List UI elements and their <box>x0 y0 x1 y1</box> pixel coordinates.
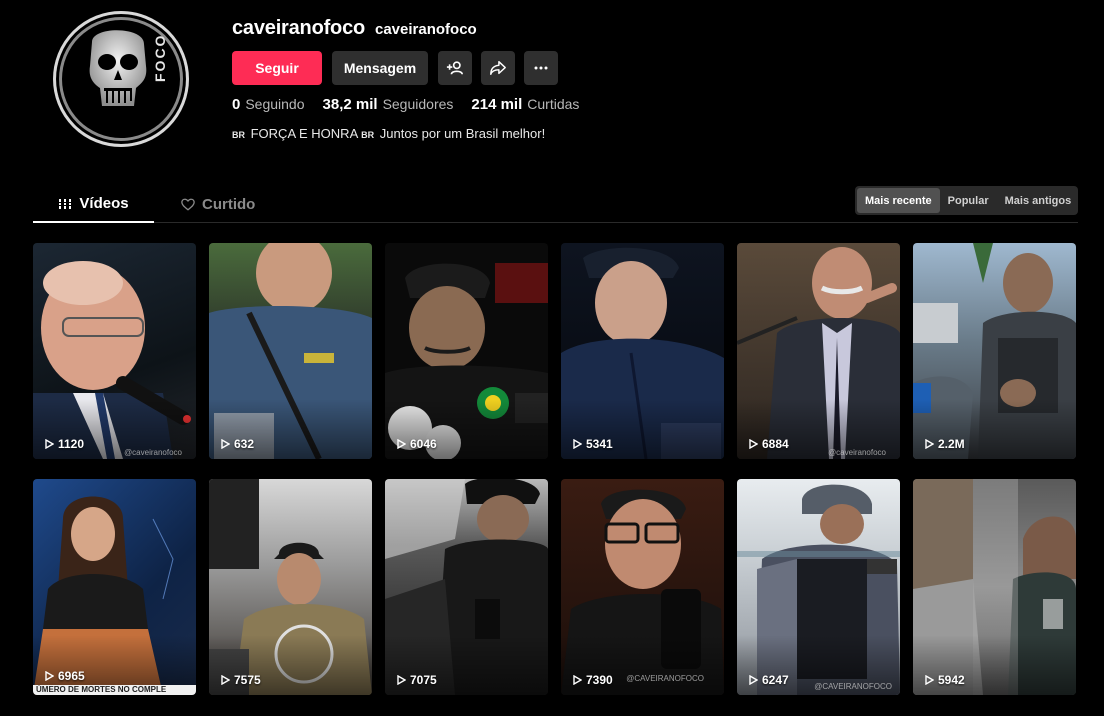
heart-lock-icon <box>181 198 195 211</box>
view-count-value: 7575 <box>234 673 261 687</box>
play-icon <box>925 439 934 449</box>
tab-videos[interactable]: Vídeos <box>33 186 154 223</box>
profile-avatar[interactable]: FOCO <box>53 11 189 147</box>
view-count: 7075 <box>396 673 437 687</box>
video-thumbnail[interactable]: 632 <box>209 243 372 459</box>
video-thumbnail[interactable]: 7390 @CAVEIRANOFOCO <box>561 479 724 695</box>
view-count: 6884 <box>748 437 789 451</box>
view-count: 6247 <box>748 673 789 687</box>
view-count: 7390 <box>572 673 613 687</box>
video-thumbnail[interactable]: 1120 @caveiranofoco <box>33 243 196 459</box>
flag-br-icon: BR <box>361 130 375 140</box>
view-count-value: 5341 <box>586 437 613 451</box>
play-icon <box>573 439 582 449</box>
likes-stat: 214 mil Curtidas <box>471 96 579 113</box>
watermark: @CAVEIRANOFOCO <box>626 674 704 683</box>
view-count: 7575 <box>220 673 261 687</box>
view-count-value: 6046 <box>410 437 437 451</box>
likes-count: 214 mil <box>471 96 523 113</box>
view-count-value: 6884 <box>762 437 789 451</box>
play-icon <box>45 671 54 681</box>
follow-button[interactable]: Seguir <box>232 51 322 85</box>
share-arrow-icon <box>490 60 506 76</box>
followers-count: 38,2 mil <box>322 96 378 113</box>
video-grid: 1120 @caveiranofoco 632 6046 5341 6884 @… <box>33 243 1076 695</box>
play-icon <box>749 675 758 685</box>
play-icon <box>397 675 406 685</box>
view-count-value: 1120 <box>58 437 85 451</box>
video-thumbnail[interactable]: 5341 <box>561 243 724 459</box>
followers-label: Seguidores <box>382 96 454 112</box>
view-count: 6965 <box>44 669 85 683</box>
view-count-value: 5942 <box>938 673 965 687</box>
sort-oldest[interactable]: Mais antigos <box>997 188 1080 213</box>
profile-stats: 0 Seguindo 38,2 mil Seguidores 214 mil C… <box>232 96 597 113</box>
video-thumbnail[interactable]: 6884 @caveiranofoco <box>737 243 900 459</box>
play-icon <box>397 439 406 449</box>
play-icon <box>221 675 230 685</box>
bio-text-2: Juntos por um Brasil melhor! <box>376 126 546 141</box>
play-icon <box>221 439 230 449</box>
view-count: 5341 <box>572 437 613 451</box>
tab-videos-label: Vídeos <box>79 195 129 212</box>
view-count-value: 7390 <box>586 673 613 687</box>
suggest-account-button[interactable] <box>438 51 472 85</box>
followers-stat[interactable]: 38,2 mil Seguidores <box>323 96 454 113</box>
tab-liked[interactable]: Curtido <box>181 186 255 222</box>
flag-br-icon: BR <box>232 130 245 140</box>
add-person-icon <box>446 61 464 75</box>
view-count-value: 632 <box>234 437 255 451</box>
sort-toggle: Mais recente Popular Mais antigos <box>855 186 1078 215</box>
view-count-value: 7075 <box>410 673 437 687</box>
play-icon <box>45 439 54 449</box>
tab-liked-label: Curtido <box>202 195 256 213</box>
video-thumbnail[interactable]: 6965 ÚMERO DE MORTES NO COMPLE <box>33 479 196 695</box>
video-thumbnail[interactable]: 6046 <box>385 243 548 459</box>
message-button[interactable]: Mensagem <box>332 51 428 85</box>
video-thumbnail[interactable]: 2.2M <box>913 243 1076 459</box>
following-label: Seguindo <box>245 96 305 112</box>
video-thumbnail[interactable]: 7075 <box>385 479 548 695</box>
following-count: 0 <box>232 96 241 113</box>
bio-text-1: FORÇA E HONRA <box>247 126 362 141</box>
video-thumbnail[interactable]: 5942 <box>913 479 1076 695</box>
share-button[interactable] <box>481 51 515 85</box>
news-caption: ÚMERO DE MORTES NO COMPLE <box>33 685 196 695</box>
avatar-brand-text: FOCO <box>152 33 168 82</box>
view-count-value: 6965 <box>58 669 85 683</box>
sort-popular[interactable]: Popular <box>940 188 997 213</box>
view-count: 1120 <box>44 437 84 451</box>
more-dots-icon <box>534 66 548 70</box>
watermark: @CAVEIRANOFOCO <box>814 682 892 691</box>
video-thumbnail[interactable]: 7575 <box>209 479 372 695</box>
view-count: 2.2M <box>924 437 965 451</box>
view-count: 6046 <box>396 437 437 451</box>
profile-handle: caveiranofoco <box>375 21 477 38</box>
sort-latest[interactable]: Mais recente <box>857 188 940 213</box>
play-icon <box>925 675 934 685</box>
likes-label: Curtidas <box>527 96 580 112</box>
following-stat[interactable]: 0 Seguindo <box>232 96 305 113</box>
videos-grid-icon <box>58 198 73 209</box>
profile-username: caveiranofoco <box>232 17 366 39</box>
watermark: @caveiranofoco <box>828 448 886 457</box>
view-count-value: 6247 <box>762 673 789 687</box>
video-thumbnail[interactable]: 6247 @CAVEIRANOFOCO <box>737 479 900 695</box>
view-count: 5942 <box>924 673 965 687</box>
profile-bio: BR FORÇA E HONRA BR Juntos por um Brasil… <box>232 126 545 141</box>
play-icon <box>749 439 758 449</box>
more-options-button[interactable] <box>524 51 558 85</box>
watermark: @caveiranofoco <box>124 448 182 457</box>
view-count: 632 <box>220 437 254 451</box>
view-count-value: 2.2M <box>938 437 965 451</box>
play-icon <box>573 675 582 685</box>
